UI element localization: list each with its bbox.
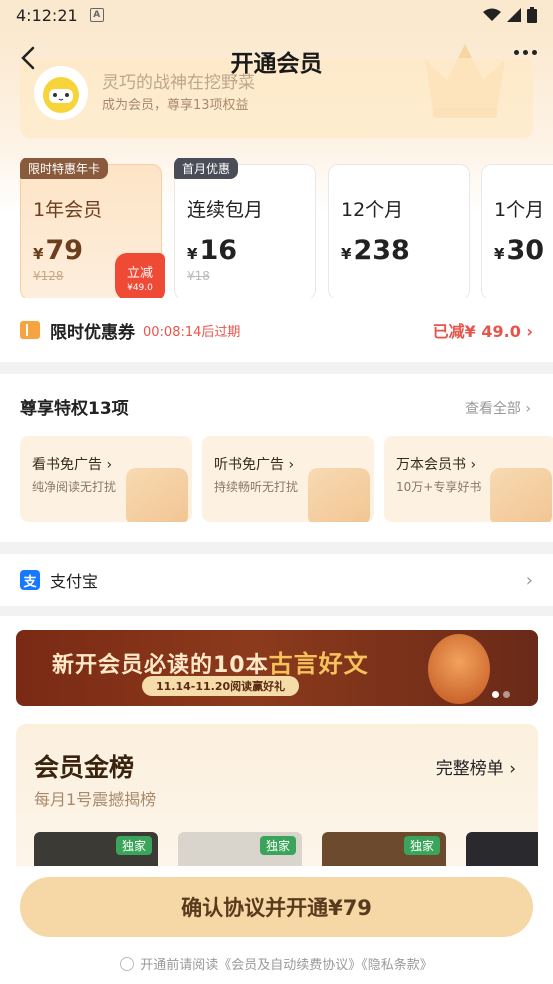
perk-subtitle: 持续畅听无打扰	[214, 480, 299, 494]
exclusive-badge: 独家	[259, 836, 296, 855]
status-indicator-icon: A	[89, 8, 104, 22]
carousel-dots	[492, 691, 510, 698]
content-section: 新开会员必读的10本古言好文 11.14-11.20阅读赢好礼 会员金榜 每月1…	[0, 616, 553, 884]
plan-card-yearly[interactable]: 限时特惠年卡 1年会员 ¥79 ¥128 立减 ¥49.0	[20, 158, 165, 301]
agreement-row: 开通前请阅读《会员及自动续费协议》《隐私条款》	[0, 954, 553, 973]
perk-title: 看书免广告 ›	[32, 457, 113, 473]
coupon-label: 限时优惠券	[50, 322, 135, 343]
plan-price: ¥30	[494, 235, 545, 266]
books-icon	[490, 468, 552, 522]
plan-price: ¥238	[341, 235, 410, 266]
perk-card-ad-free-reading[interactable]: 看书免广告 › 纯净阅读无打扰	[20, 436, 192, 522]
status-time: 4:12:21	[16, 5, 78, 25]
banner-character-illustration	[428, 634, 490, 704]
status-icons	[483, 7, 537, 23]
bottom-action-bar: 确认协议并开通¥79 开通前请阅读《会员及自动续费协议》《隐私条款》	[0, 866, 553, 984]
plan-price: ¥79	[33, 235, 84, 266]
view-all-perks-link[interactable]: 查看全部 ›	[465, 398, 531, 418]
perk-title: 听书免广告 ›	[214, 457, 295, 473]
battery-icon	[527, 7, 537, 23]
coupon-row[interactable]: 限时优惠券 00:08:14后过期 已减¥ 49.0 ›	[0, 298, 553, 362]
wifi-icon	[483, 8, 501, 21]
perk-subtitle: 10万+专享好书	[396, 480, 482, 494]
banner-title: 新开会员必读的10本古言好文	[52, 650, 369, 678]
promo-banner[interactable]: 新开会员必读的10本古言好文 11.14-11.20阅读赢好礼	[16, 630, 538, 706]
plan-original-price: ¥128	[33, 269, 64, 283]
perk-card-member-books[interactable]: 万本会员书 › 10万+专享好书	[384, 436, 553, 522]
coupon-timer: 00:08:14后过期	[143, 324, 241, 340]
more-options-icon[interactable]	[514, 50, 537, 55]
plan-price: ¥16	[187, 235, 238, 266]
plan-card-monthly-auto[interactable]: 首月优惠 连续包月 ¥16 ¥18	[174, 158, 316, 300]
signal-icon	[507, 8, 521, 22]
full-ranking-link[interactable]: 完整榜单 ›	[436, 754, 516, 779]
headphones-icon	[308, 468, 370, 522]
perks-section: 尊享特权13项 查看全部 › 看书免广告 › 纯净阅读无打扰 听书免广告 › 持…	[0, 374, 553, 542]
payment-method-row[interactable]: 支 支付宝 ›	[0, 554, 553, 606]
user-subtitle: 成为会员，尊享13项权益	[102, 98, 249, 113]
plan-name: 连续包月	[187, 199, 264, 221]
alipay-icon: 支	[20, 570, 40, 590]
agreement-text[interactable]: 开通前请阅读《会员及自动续费协议》《隐私条款》	[140, 954, 433, 973]
perk-subtitle: 纯净阅读无打扰	[32, 480, 117, 494]
exclusive-badge: 独家	[403, 836, 440, 855]
agreement-checkbox[interactable]	[120, 956, 135, 971]
plan-name: 1年会员	[33, 199, 103, 221]
exclusive-badge: 独家	[115, 836, 152, 855]
banner-subtitle: 11.14-11.20阅读赢好礼	[142, 676, 300, 696]
ranking-subtitle: 每月1号震撼揭榜	[34, 790, 157, 809]
perks-title: 尊享特权13项	[20, 399, 129, 419]
plan-original-price: ¥18	[187, 269, 210, 283]
page-title: 开通会员	[230, 51, 323, 77]
perk-card-ad-free-listening[interactable]: 听书免广告 › 持续畅听无打扰	[202, 436, 374, 522]
coupon-icon	[20, 321, 40, 339]
confirm-subscribe-button[interactable]: 确认协议并开通¥79	[20, 877, 533, 937]
plan-card-1-month[interactable]: 1个月 ¥30	[481, 164, 553, 300]
discount-badge: 立减 ¥49.0	[115, 253, 165, 301]
ad-free-icon	[126, 468, 188, 522]
plan-name: 12个月	[341, 199, 404, 221]
payment-label: 支付宝	[50, 572, 99, 591]
ranking-title: 会员金榜	[34, 753, 135, 782]
plan-card-12-months[interactable]: 12个月 ¥238	[328, 164, 470, 300]
plan-tag: 首月优惠	[174, 158, 239, 179]
ranking-card: 会员金榜 每月1号震撼揭榜 完整榜单 › 独家 独家 独家	[16, 724, 538, 884]
status-bar: 4:12:21 A	[0, 0, 553, 30]
plan-list: 限时特惠年卡 1年会员 ¥79 ¥128 立减 ¥49.0 首月优惠 连续包月 …	[18, 158, 553, 304]
plan-tag: 限时特惠年卡	[20, 158, 109, 179]
chevron-right-icon: ›	[525, 569, 533, 591]
perk-title: 万本会员书 ›	[396, 457, 477, 473]
plan-name: 1个月	[494, 199, 545, 221]
coupon-saved: 已减¥ 49.0 ›	[432, 322, 533, 341]
